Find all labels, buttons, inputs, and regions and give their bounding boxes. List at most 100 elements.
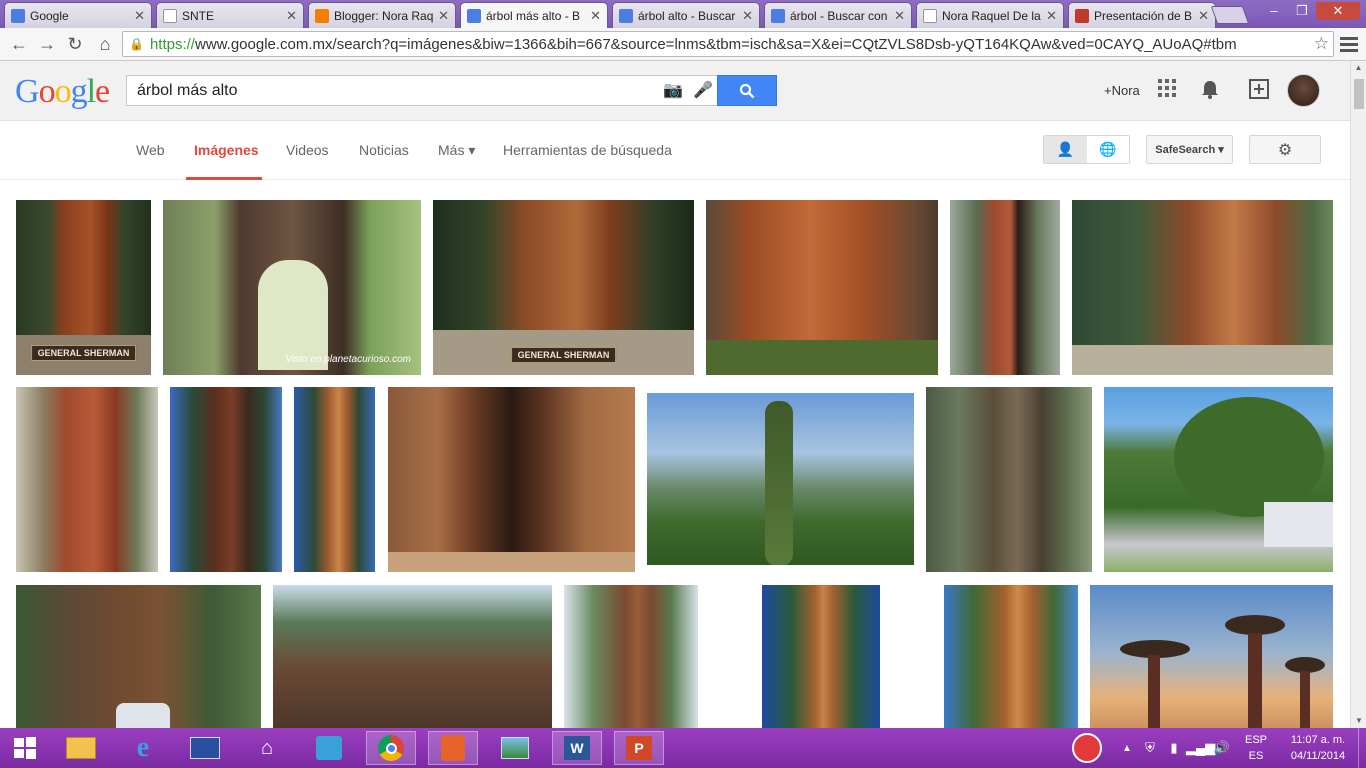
language-indicator[interactable]: ESP ES — [1234, 732, 1278, 764]
close-tab-icon[interactable]: ✕ — [286, 8, 297, 24]
image-result[interactable] — [1090, 585, 1333, 728]
bitly-icon — [1075, 8, 1089, 23]
apps-grid-icon[interactable] — [1158, 79, 1176, 103]
tab-5[interactable]: Herramientas de búsqueda — [503, 142, 672, 158]
image-result[interactable] — [706, 200, 938, 375]
powerpoint-icon[interactable]: P — [614, 731, 664, 765]
browser-tab[interactable]: árbol alto - Buscar ✕ — [612, 2, 760, 28]
search-button[interactable] — [717, 75, 777, 106]
browser-tab[interactable]: Blogger: Nora Raq ✕ — [308, 2, 456, 28]
reload-icon[interactable]: ↻ — [62, 32, 88, 56]
close-tab-icon[interactable]: ✕ — [742, 8, 753, 24]
tab-0[interactable]: Web — [136, 142, 165, 158]
restore-button[interactable]: ❐ — [1288, 2, 1316, 20]
google-g-icon — [771, 8, 785, 23]
image-result[interactable] — [1072, 200, 1333, 375]
close-tab-icon[interactable]: ✕ — [134, 8, 145, 24]
browser-tab[interactable]: árbol - Buscar con ✕ — [764, 2, 912, 28]
battery-icon[interactable]: ▮ — [1162, 740, 1186, 756]
camera-icon[interactable]: 📷 — [663, 80, 683, 100]
home-app-icon[interactable]: ⌂ — [242, 731, 292, 765]
app-orange-icon[interactable] — [428, 731, 478, 765]
user-link[interactable]: +Nora — [1104, 83, 1140, 98]
image-result[interactable]: GENERAL SHERMAN — [433, 200, 694, 375]
image-result[interactable] — [1104, 387, 1333, 572]
results-scope-toggle: 👤 🌐 — [1043, 135, 1130, 164]
image-result[interactable] — [710, 585, 932, 728]
photos-icon[interactable] — [490, 731, 540, 765]
google-logo[interactable]: Google — [15, 73, 110, 111]
chrome-menu-icon[interactable] — [1340, 34, 1358, 55]
new-tab-button[interactable] — [1210, 6, 1250, 24]
address-bar[interactable]: 🔒 https:// www.google.com.mx/search?q=im… — [122, 31, 1334, 57]
browser-tab[interactable]: Google ✕ — [4, 2, 152, 28]
image-result[interactable]: Visto en planetacurioso.com — [163, 200, 421, 375]
active-tab-underline — [186, 177, 262, 180]
show-desktop-button[interactable] — [1358, 728, 1366, 768]
image-result[interactable] — [170, 387, 282, 572]
image-result[interactable] — [273, 585, 552, 728]
settings-gear-icon[interactable]: ⚙ — [1249, 135, 1321, 164]
tab-title: Google — [30, 8, 69, 23]
image-result[interactable] — [926, 387, 1092, 572]
close-tab-icon[interactable]: ✕ — [1198, 8, 1209, 24]
volume-icon[interactable]: 🔊 — [1210, 740, 1234, 756]
home-icon[interactable]: ⌂ — [92, 32, 118, 56]
lock-icon: 🔒 — [129, 37, 144, 51]
file-explorer-icon[interactable] — [56, 731, 106, 765]
windows-start-icon[interactable] — [0, 731, 50, 765]
scroll-down-icon[interactable]: ▼ — [1351, 714, 1366, 728]
close-tab-icon[interactable]: ✕ — [438, 8, 449, 24]
close-window-button[interactable]: ✕ — [1316, 2, 1360, 20]
browser-tab[interactable]: SNTE ✕ — [156, 2, 304, 28]
browser-tab[interactable]: árbol más alto - B ✕ — [460, 2, 608, 28]
tab-1[interactable]: Imágenes — [194, 142, 259, 158]
scroll-up-icon[interactable]: ▲ — [1351, 61, 1366, 75]
tray-app-icon[interactable] — [1058, 728, 1116, 768]
tab-4[interactable]: Más ▾ — [438, 142, 475, 159]
microphone-icon[interactable]: 🎤 — [693, 80, 713, 100]
notifications-bell-icon[interactable] — [1200, 79, 1220, 105]
close-tab-icon[interactable]: ✕ — [590, 8, 601, 24]
safesearch-dropdown[interactable]: SafeSearch ▾ — [1146, 135, 1233, 164]
image-result[interactable] — [950, 200, 1060, 375]
image-results-grid: GENERAL SHERMAN Visto en planetacurioso.… — [0, 181, 1350, 728]
image-result[interactable] — [944, 585, 1078, 728]
image-result[interactable]: GENERAL SHERMAN — [16, 200, 151, 375]
back-icon[interactable]: ← — [6, 32, 32, 56]
share-plus-icon[interactable] — [1249, 79, 1269, 105]
image-result[interactable] — [294, 387, 375, 572]
store-icon[interactable] — [304, 731, 354, 765]
browser-tab[interactable]: Nora Raquel De la ✕ — [916, 2, 1064, 28]
avatar[interactable] — [1287, 74, 1320, 107]
image-result[interactable] — [16, 387, 158, 572]
image-result[interactable] — [564, 585, 698, 728]
vertical-scrollbar[interactable]: ▲ ▼ — [1350, 61, 1366, 728]
tab-2[interactable]: Videos — [286, 142, 329, 158]
tab-3[interactable]: Noticias — [359, 142, 409, 158]
google-g-icon — [619, 8, 633, 23]
close-tab-icon[interactable]: ✕ — [1046, 8, 1057, 24]
network-signal-icon[interactable]: ▂▄▆ — [1186, 740, 1215, 756]
globe-icon[interactable]: 🌐 — [1087, 136, 1130, 163]
image-result[interactable] — [647, 393, 914, 565]
show-hidden-icons[interactable]: ▲ — [1116, 743, 1138, 754]
chrome-icon[interactable] — [366, 731, 416, 765]
image-result[interactable] — [16, 585, 261, 728]
person-icon[interactable]: 👤 — [1044, 136, 1087, 163]
windows-taskbar: e ⌂ W P ▲ ⛨ ▮ ▂▄▆ 🔊 ESP ES 11:07 a. m. 0… — [0, 728, 1366, 768]
internet-explorer-icon[interactable]: e — [118, 731, 168, 765]
close-tab-icon[interactable]: ✕ — [894, 8, 905, 24]
bookmark-star-icon[interactable]: ☆ — [1314, 34, 1329, 54]
scrollbar-thumb[interactable] — [1354, 79, 1364, 109]
image-result[interactable] — [388, 387, 635, 572]
lenovo-icon[interactable] — [180, 731, 230, 765]
security-shield-icon[interactable]: ⛨ — [1138, 740, 1162, 756]
browser-tab[interactable]: Presentación de B ✕ — [1068, 2, 1216, 28]
clock[interactable]: 11:07 a. m. 04/11/2014 — [1278, 732, 1358, 764]
search-input[interactable]: árbol más alto 📷 🎤 — [126, 75, 718, 106]
forward-icon[interactable]: → — [34, 32, 60, 56]
word-icon[interactable]: W — [552, 731, 602, 765]
clock-time: 11:07 a. m. — [1290, 734, 1346, 746]
minimize-button[interactable]: – — [1260, 2, 1288, 20]
